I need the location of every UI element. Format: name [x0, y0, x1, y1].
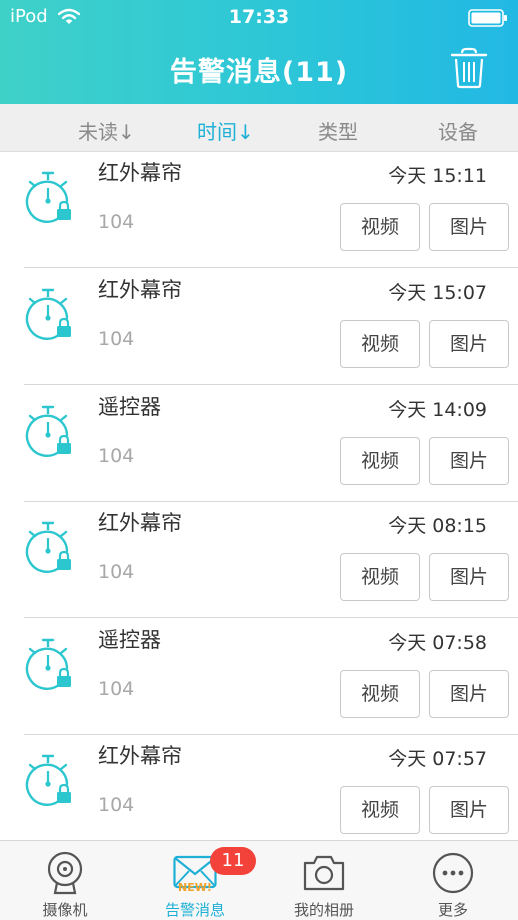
sort-tab-unread[interactable]: 未读↓ [78, 116, 135, 145]
sort-bar: 未读↓ 时间↓ 类型 设备 [0, 104, 518, 152]
alert-type: 红外幕帘 [98, 511, 182, 535]
alert-device-id: 104 [98, 794, 135, 816]
alert-type: 遥控器 [98, 628, 161, 652]
header: iPod 17:33 告警消息(11) [0, 0, 518, 104]
sort-tab-type[interactable]: 类型 [318, 116, 358, 145]
video-button[interactable]: 视频 [340, 553, 420, 601]
video-button[interactable]: 视频 [340, 320, 420, 368]
list-item[interactable]: 红外幕帘 今天 07:57 104 视频 图片 [0, 734, 518, 840]
list-item[interactable]: 遥控器 今天 14:09 104 视频 图片 [0, 385, 518, 502]
camera-device-icon [43, 851, 87, 895]
alert-type: 红外幕帘 [98, 744, 182, 768]
sort-tab-time[interactable]: 时间↓ [197, 116, 254, 145]
tab-label: 摄像机 [42, 901, 88, 919]
new-tag: NEW! [178, 881, 212, 894]
alarm-clock-lock-icon [22, 638, 76, 694]
alert-device-id: 104 [98, 561, 135, 583]
tab-label: 告警消息 [164, 901, 225, 919]
alarm-clock-lock-icon [22, 754, 76, 810]
video-button[interactable]: 视频 [340, 437, 420, 485]
tab-more[interactable]: 更多 [388, 841, 518, 920]
alert-type: 红外幕帘 [98, 161, 182, 185]
page-title: 告警消息(11) [169, 57, 349, 88]
alert-time: 今天 15:07 [388, 282, 487, 304]
trash-icon[interactable] [450, 47, 488, 89]
photo-camera-icon [302, 851, 346, 895]
video-button[interactable]: 视频 [340, 203, 420, 251]
battery-icon [468, 9, 508, 27]
video-button[interactable]: 视频 [340, 786, 420, 834]
tab-alerts[interactable]: NEW! 11 告警消息 [130, 841, 260, 920]
image-button[interactable]: 图片 [429, 786, 509, 834]
list-item[interactable]: 红外幕帘 今天 15:11 104 视频 图片 [0, 152, 518, 268]
tab-camera[interactable]: 摄像机 [0, 841, 130, 920]
tab-bar: 摄像机 NEW! 11 告警消息 我的相册 更多 [0, 840, 518, 920]
alert-type: 红外幕帘 [98, 278, 182, 302]
status-time: 17:33 [228, 6, 290, 28]
tab-label: 更多 [437, 901, 468, 919]
unread-count-badge: 11 [210, 847, 256, 875]
list-item[interactable]: 遥控器 今天 07:58 104 视频 图片 [0, 618, 518, 735]
alert-time: 今天 07:57 [388, 748, 487, 770]
alert-device-id: 104 [98, 678, 135, 700]
image-button[interactable]: 图片 [429, 437, 509, 485]
alarm-clock-lock-icon [22, 405, 76, 461]
image-button[interactable]: 图片 [429, 203, 509, 251]
alert-device-id: 104 [98, 445, 135, 467]
list-item[interactable]: 红外幕帘 今天 15:07 104 视频 图片 [0, 268, 518, 385]
alert-time: 今天 08:15 [388, 515, 487, 537]
alert-device-id: 104 [98, 328, 135, 350]
alert-time: 今天 14:09 [388, 399, 487, 421]
list-item[interactable]: 红外幕帘 今天 08:15 104 视频 图片 [0, 501, 518, 618]
video-button[interactable]: 视频 [340, 670, 420, 718]
alarm-clock-lock-icon [22, 288, 76, 344]
image-button[interactable]: 图片 [429, 320, 509, 368]
more-icon [431, 851, 475, 895]
tab-album[interactable]: 我的相册 [259, 841, 389, 920]
image-button[interactable]: 图片 [429, 553, 509, 601]
alarm-clock-lock-icon [22, 171, 76, 227]
alarm-clock-lock-icon [22, 521, 76, 577]
sort-tab-device[interactable]: 设备 [438, 116, 478, 145]
tab-label: 我的相册 [293, 901, 354, 919]
status-bar: iPod 17:33 [0, 0, 518, 36]
alert-time: 今天 15:11 [388, 165, 487, 187]
image-button[interactable]: 图片 [429, 670, 509, 718]
alert-device-id: 104 [98, 211, 135, 233]
alert-list: 红外幕帘 今天 15:11 104 视频 图片 红外幕帘 今天 15:07 10… [0, 152, 518, 840]
alert-type: 遥控器 [98, 395, 161, 419]
alert-time: 今天 07:58 [388, 632, 487, 654]
